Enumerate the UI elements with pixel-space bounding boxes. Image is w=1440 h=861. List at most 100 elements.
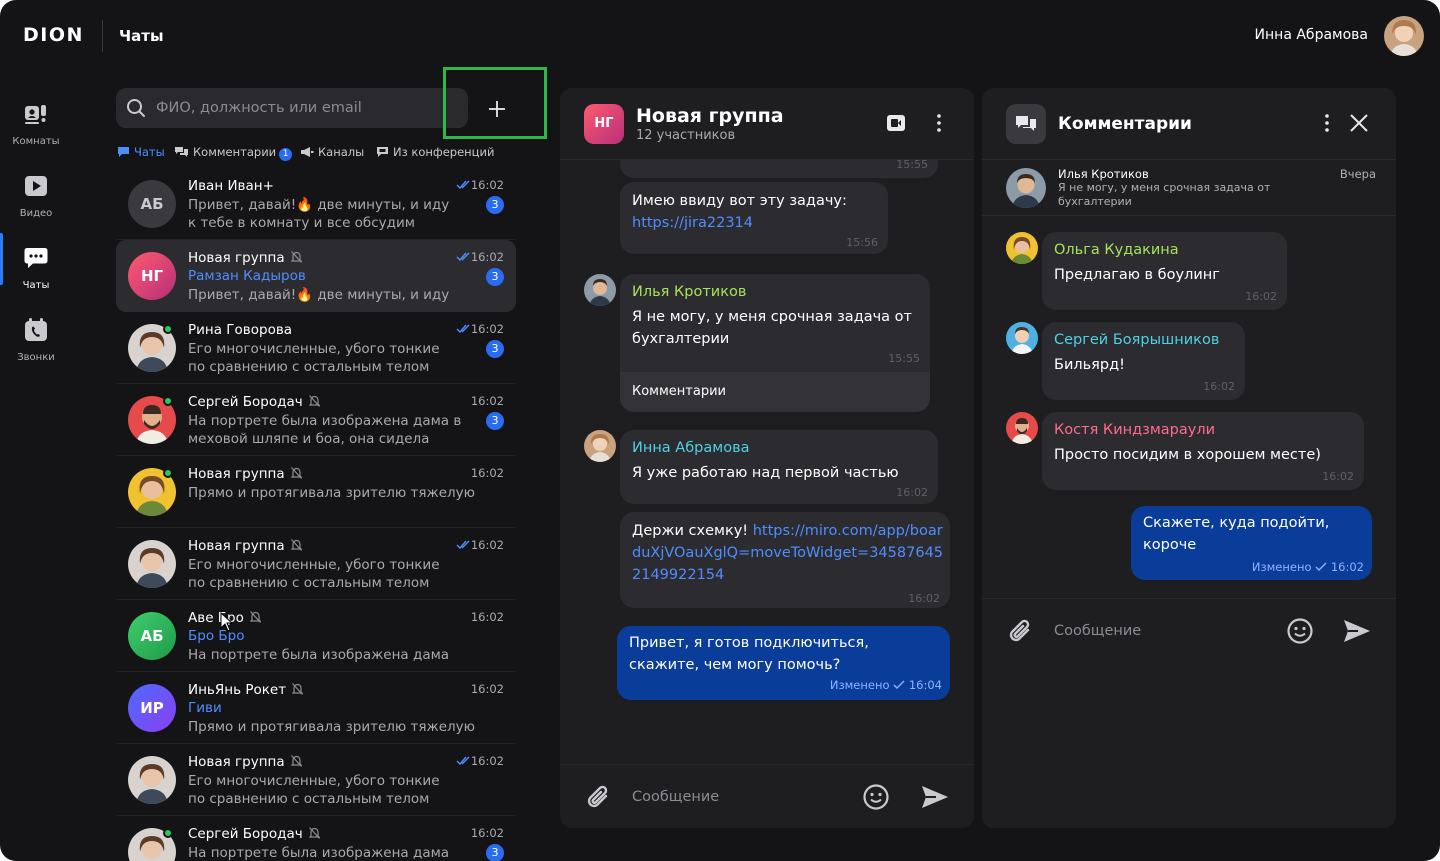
chat-list-item[interactable]: Сергей Бородач 16:02 На портрете была из… [116, 816, 516, 861]
app-window: DION Чаты Инна Абрамова Комнаты Видео Ча… [0, 0, 1440, 861]
calls-icon [25, 318, 47, 341]
message-time: 16:02 [908, 592, 940, 605]
message-bubble[interactable]: Имею ввиду вот эту задачу: https://jira2… [620, 182, 888, 254]
comments-link-label: Комментарии [632, 384, 726, 399]
comment-author[interactable]: Ольга Кудакина [1054, 242, 1179, 258]
avatar-initials: АБ [140, 195, 164, 213]
comment-bubble[interactable]: Ольга Кудакина Предлагаю в боулинг 16:02 [1042, 232, 1287, 310]
read-check-icon [456, 180, 470, 189]
chat-time: 16:02 [470, 466, 504, 480]
own-comment-bubble[interactable]: Скажете, куда подойти, короче Изменено 1… [1131, 506, 1372, 580]
chat-name-text: Сергей Бородач [188, 394, 303, 410]
muted-bell-icon [290, 539, 302, 551]
sender-avatar[interactable] [1006, 322, 1038, 354]
message-link[interactable]: https://jira22314 [632, 212, 753, 234]
chat-list-item[interactable]: Новая группа 16:02 Его многочисленные, у… [116, 528, 516, 600]
quoted-message[interactable]: Илья Кротиков Я не могу, у меня срочная … [982, 160, 1396, 216]
chat-list-item[interactable]: ИР ИньЯнь Рокет Гиви 16:02 Прямо и протя… [116, 672, 516, 744]
close-icon[interactable] [1348, 112, 1370, 134]
paperclip-icon[interactable] [1006, 617, 1034, 645]
comment-text: Предлагаю в боулинг [1054, 267, 1220, 283]
comment-author[interactable]: Сергей Боярышников [1054, 332, 1219, 348]
sender-avatar[interactable] [584, 430, 616, 462]
video-call-icon[interactable] [886, 113, 906, 133]
chat-name: Рина Говорова [188, 322, 293, 338]
send-icon[interactable] [1342, 617, 1372, 645]
chat-time: 16:02 [470, 250, 504, 264]
read-check-icon [456, 540, 470, 549]
read-check-icon [456, 756, 470, 765]
chat-list-item[interactable]: Новая группа 16:02 Его многочисленные, у… [116, 744, 516, 816]
search-input[interactable] [156, 98, 456, 118]
comment-time: 16:02 [1203, 380, 1235, 393]
avatar: АБ [128, 612, 176, 660]
chat-preview: На портрете была изображена дама в [188, 845, 450, 861]
comments-title: Комментарии [1058, 114, 1192, 134]
send-icon[interactable] [920, 783, 950, 811]
filter-channels[interactable]: Каналы [300, 144, 364, 160]
comment-composer [982, 598, 1396, 662]
comment-bubble[interactable]: Костя Киндзмараули Просто посидим в хоро… [1042, 412, 1364, 490]
comment-author[interactable]: Костя Киндзмараули [1054, 422, 1215, 438]
sender-avatar[interactable] [1006, 232, 1038, 264]
more-vertical-icon[interactable] [1318, 113, 1336, 133]
chat-name-text: Сергей Бородач [188, 826, 303, 842]
chat-preview: Его многочисленные, убого тонкие по срав… [188, 557, 440, 591]
chat-sender: Бро Бро [188, 628, 245, 644]
megaphone-icon [301, 147, 314, 157]
filter-label: Чаты [134, 145, 165, 159]
user-name[interactable]: Инна Абрамова [1255, 27, 1368, 43]
emoji-icon[interactable] [862, 783, 890, 811]
own-message-bubble[interactable]: Привет, я готов подключиться, скажите, ч… [617, 626, 950, 700]
chat-list-item[interactable]: Новая группа 16:02 Прямо и протягивала з… [116, 456, 516, 528]
rail-item-video[interactable]: Видео [0, 160, 72, 226]
message-bubble[interactable]: Инна Абрамова Я уже работаю над первой ч… [620, 430, 938, 504]
chat-list-item[interactable]: Рина Говорова 16:02 Его многочисленные, … [116, 312, 516, 384]
chat-preview: Его многочисленные, убого тонкие по срав… [188, 341, 440, 375]
message-author[interactable]: Илья Кротиков [632, 284, 746, 300]
comments-link[interactable]: Комментарии [620, 372, 930, 412]
emoji-icon[interactable] [1286, 617, 1314, 645]
user-avatar[interactable] [1384, 16, 1424, 56]
chat-list-item[interactable]: АБ Иван Иван+ 16:02 Привет, давай!🔥 две … [116, 168, 516, 240]
chat-list-item-active[interactable]: НГ Новая группа Рамзан Кадыров 16:02 При… [116, 240, 516, 312]
message-bubble[interactable]: Илья Кротиков Я не могу, у меня срочная … [620, 274, 930, 412]
sender-avatar[interactable] [1006, 412, 1038, 444]
unread-badge: 3 [486, 340, 504, 358]
message-input[interactable] [632, 787, 832, 807]
dion-logo[interactable]: DION [23, 24, 84, 46]
group-avatar[interactable]: НГ [584, 104, 624, 144]
chat-name: Сергей Бородач [188, 394, 320, 410]
rail-item-calls[interactable]: Звонки [0, 304, 72, 370]
comment-text: Просто посидим в хорошем месте) [1054, 447, 1321, 463]
rail-item-rooms[interactable]: Комнаты [0, 88, 72, 154]
new-chat-button[interactable] [443, 67, 547, 139]
chat-time: 16:02 [470, 322, 504, 336]
comment-text: Скажете, куда подойти, короче [1143, 515, 1330, 553]
participants-count[interactable]: 12 участников [636, 128, 735, 143]
more-vertical-icon[interactable] [930, 113, 948, 133]
online-indicator [163, 396, 173, 406]
sender-avatar[interactable] [584, 274, 616, 306]
chat-name: Новая группа [188, 538, 302, 554]
avatar-initials: ИР [140, 699, 164, 717]
paperclip-icon[interactable] [584, 783, 612, 811]
filter-comments[interactable]: Комментарии 1 [174, 144, 293, 161]
rail-item-chats[interactable]: Чаты [0, 232, 72, 298]
rooms-icon [25, 105, 46, 124]
chat-sender: Гиви [188, 700, 222, 716]
read-check-icon [456, 324, 470, 333]
message-text: Привет, я готов подключиться, скажите, ч… [629, 635, 869, 673]
conversation-title[interactable]: Новая группа [636, 105, 784, 127]
filter-from-conferences[interactable]: Из конференций [376, 144, 494, 160]
message-author[interactable]: Инна Абрамова [632, 440, 750, 456]
comment-bubble[interactable]: Сергей Боярышников Бильярд! 16:02 [1042, 322, 1245, 400]
filter-chats[interactable]: Чаты [117, 144, 165, 160]
chat-list-item[interactable]: АБ Аве Бро Бро Бро 16:02 На портрете был… [116, 600, 516, 672]
mouse-cursor-icon [220, 612, 234, 632]
online-indicator [163, 828, 173, 838]
message-bubble[interactable]: Держи схемку! https://miro.com/app/board… [620, 512, 950, 608]
chat-name: Новая группа [188, 466, 302, 482]
chat-list-item[interactable]: Сергей Бородач 16:02 На портрете была из… [116, 384, 516, 456]
comment-input[interactable] [1054, 621, 1254, 641]
